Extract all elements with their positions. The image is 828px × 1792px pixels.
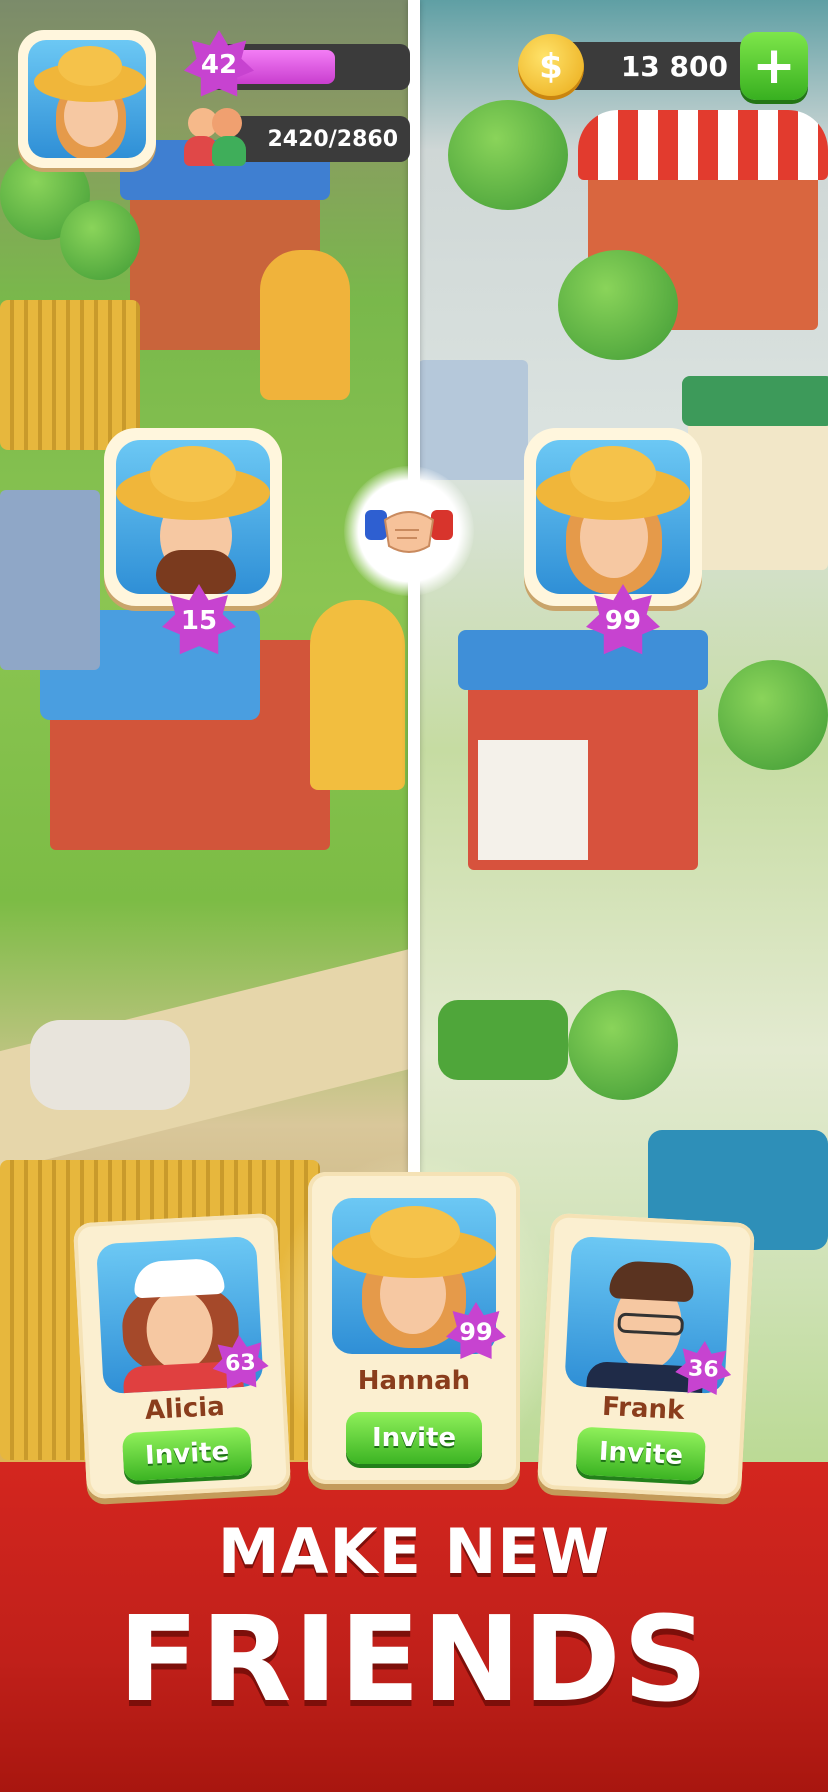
tree xyxy=(718,660,828,770)
add-coins-button[interactable]: + xyxy=(740,32,808,100)
left-player-level: 15 xyxy=(180,606,218,636)
flower-bed xyxy=(438,1000,568,1080)
plus-icon: + xyxy=(752,36,796,96)
player-avatar[interactable] xyxy=(18,30,156,168)
handshake-icon xyxy=(344,466,474,596)
banner-title-line1: MAKE NEW xyxy=(217,1515,611,1588)
friend-card-hannah[interactable]: 99 Hannah Invite xyxy=(308,1172,520,1484)
population-value: 2420/2860 xyxy=(267,126,399,152)
banner-title-line2: FRIENDS xyxy=(118,1590,710,1728)
market-stall xyxy=(418,360,528,480)
town-hall xyxy=(458,630,708,870)
invite-button[interactable]: Invite xyxy=(575,1426,707,1482)
tree xyxy=(448,100,568,210)
right-player-level: 99 xyxy=(604,606,642,636)
handshake-glyph xyxy=(365,510,453,553)
corn-field xyxy=(0,300,140,450)
left-player-portrait[interactable] xyxy=(104,428,282,606)
invite-button[interactable]: Invite xyxy=(346,1412,482,1464)
tree xyxy=(558,250,678,360)
invite-button[interactable]: Invite xyxy=(121,1426,253,1482)
red-barn xyxy=(40,610,330,850)
coin-value: 13 800 xyxy=(620,49,728,83)
population-counter: 2420/2860 xyxy=(222,116,410,162)
friend-card-frank[interactable]: 36 Frank Invite xyxy=(536,1212,756,1500)
people-icon xyxy=(184,108,246,168)
right-player-portrait[interactable] xyxy=(524,428,702,606)
friend-card-alicia[interactable]: 63 Alicia Invite xyxy=(72,1212,292,1500)
bank xyxy=(682,376,828,570)
coin-icon: $ xyxy=(518,34,584,100)
silo xyxy=(310,600,405,790)
coin-counter: 13 800 xyxy=(560,42,750,90)
friend-name: Frank xyxy=(601,1391,686,1427)
water-tower xyxy=(260,250,350,400)
friend-name: Alicia xyxy=(144,1391,226,1426)
sheep-pen xyxy=(30,1020,190,1110)
shed xyxy=(0,490,100,670)
tree xyxy=(568,990,678,1100)
player-level: 42 xyxy=(200,50,238,80)
tree xyxy=(60,200,140,280)
friend-name: Hannah xyxy=(357,1366,471,1396)
